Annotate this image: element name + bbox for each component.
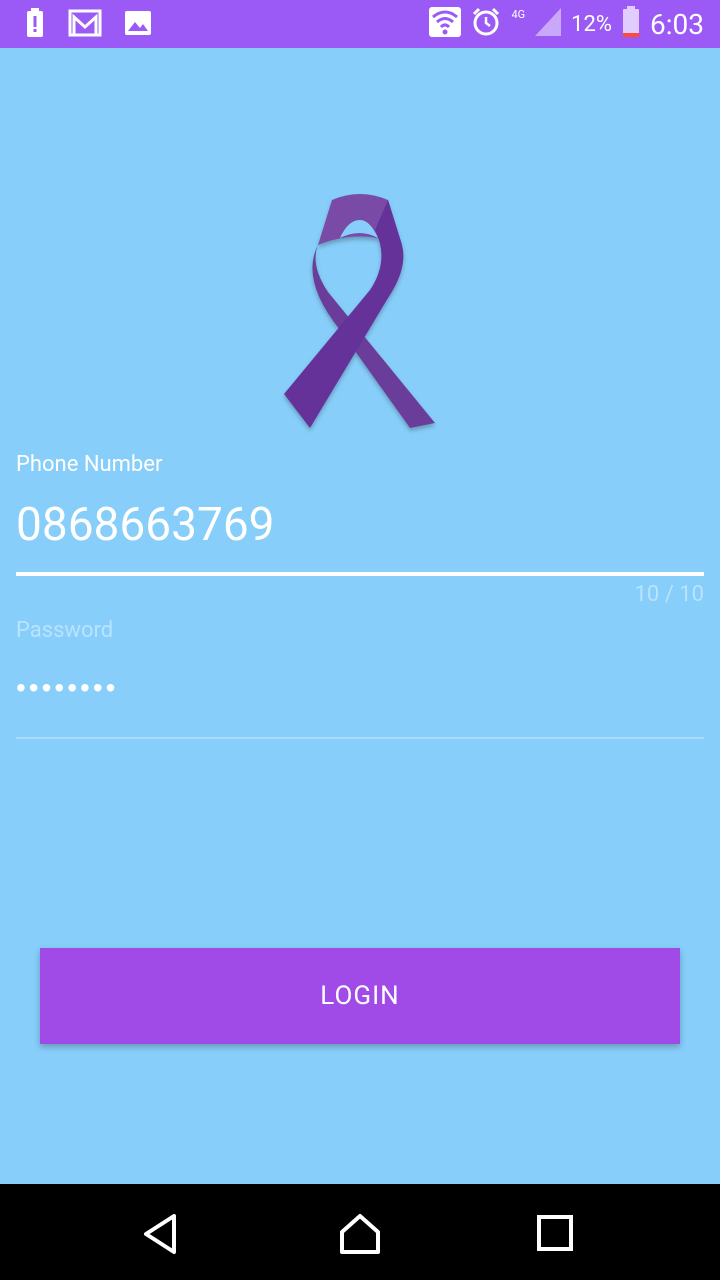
back-icon[interactable] (138, 1212, 182, 1256)
character-counter: 10 / 10 (634, 582, 704, 607)
password-input[interactable] (16, 668, 704, 708)
gmail-icon (68, 8, 102, 42)
gallery-icon (124, 9, 152, 41)
phone-number-label: Phone Number (16, 452, 163, 477)
clock: 6:03 (650, 7, 704, 41)
password-underline (16, 737, 704, 739)
battery-icon (622, 6, 640, 42)
status-bar: 4G 12% 6:03 (0, 0, 720, 48)
alarm-icon (471, 7, 501, 41)
wifi-icon (429, 7, 462, 41)
signal-icon (535, 8, 562, 40)
phone-underline (16, 572, 704, 576)
phone-number-input[interactable] (16, 495, 704, 555)
purple-ribbon-icon (270, 180, 450, 440)
network-type: 4G (511, 7, 526, 21)
home-icon[interactable] (338, 1212, 382, 1256)
recents-icon[interactable] (534, 1212, 578, 1256)
battery-percent: 12% (571, 11, 612, 37)
password-label: Password (16, 618, 114, 643)
navigation-bar (0, 1184, 720, 1280)
login-button[interactable]: LOGIN (40, 948, 680, 1044)
alert-battery-icon (24, 8, 46, 42)
